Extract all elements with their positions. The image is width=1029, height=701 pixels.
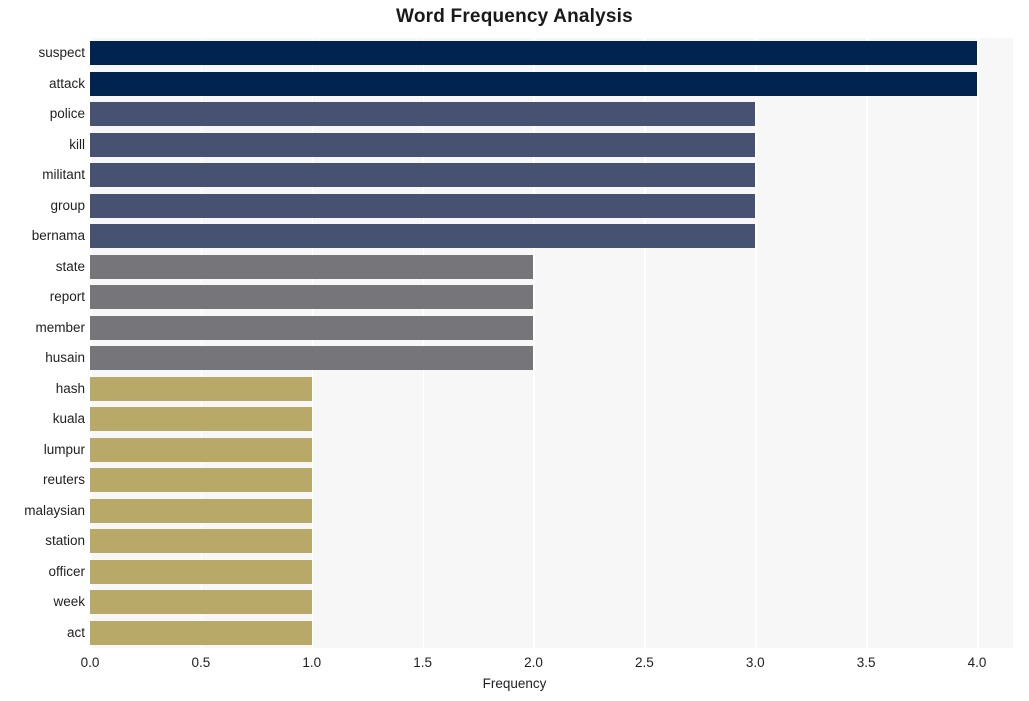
bar-act[interactable] [90,620,312,645]
bar-station[interactable] [90,529,312,554]
bar-reuters[interactable] [90,468,312,493]
chart-figure: Word Frequency Analysis suspect attack pol… [0,0,1029,701]
bar-police[interactable] [90,102,756,127]
y-tick-label-husain: husain [45,350,85,366]
x-tick-label-4.0: 4.0 [967,655,987,670]
bar-militant[interactable] [90,163,756,188]
chart-title: Word Frequency Analysis [396,6,633,27]
bar-officer[interactable] [90,559,312,584]
x-tick-label-3.0: 3.0 [745,655,765,670]
y-tick-label-state: state [55,258,85,274]
bar-kuala[interactable] [90,407,312,432]
x-tick-label-0.5: 0.5 [191,655,211,670]
bars-group [90,38,1013,648]
y-tick-label-kuala: kuala [52,411,85,427]
bar-member[interactable] [90,315,534,340]
y-tick-label-report: report [49,289,85,305]
bar-group[interactable] [90,193,756,218]
bar-week[interactable] [90,590,312,615]
x-tick-label-2.0: 2.0 [524,655,543,670]
bar-attack[interactable] [90,71,977,96]
y-tick-label-group: group [50,197,85,213]
y-tick-label-attack: attack [48,75,85,91]
bar-husain[interactable] [90,346,534,371]
y-tick-label-act: act [66,624,85,640]
x-tick-label-0.0: 0.0 [80,655,100,670]
y-tick-label-week: week [53,594,85,610]
x-axis-title: Frequency [482,676,547,691]
y-tick-label-kill: kill [69,136,85,152]
y-tick-label-lumpur: lumpur [43,441,85,457]
bar-state[interactable] [90,254,534,279]
bar-lumpur[interactable] [90,437,312,462]
y-tick-label-reuters: reuters [42,472,85,488]
x-tick-label-1.5: 1.5 [413,655,432,670]
bar-suspect[interactable] [90,41,977,66]
plot-area [90,38,1013,648]
x-tick-label-1.0: 1.0 [302,655,322,670]
y-tick-label-member: member [35,319,85,335]
y-tick-label-hash: hash [55,380,85,396]
bar-malaysian[interactable] [90,498,312,523]
y-tick-label-militant: militant [42,167,85,183]
y-axis: suspect attack police kill militant group bern… [0,38,85,648]
x-tick-label-3.5: 3.5 [856,655,876,670]
y-tick-label-suspect: suspect [38,45,85,61]
y-tick-label-station: station [45,533,85,549]
y-tick-label-bernama: bernama [31,228,85,244]
y-tick-label-police: police [49,106,85,122]
x-axis: Frequency 0.0 0.5 1.0 1.5 2.0 2.5 3.0 3.5 4.0 [0,648,1029,701]
y-tick-label-malaysian: malaysian [24,502,85,518]
bar-report[interactable] [90,285,534,310]
x-tick-label-2.5: 2.5 [634,655,654,670]
bar-bernama[interactable] [90,224,756,249]
bar-hash[interactable] [90,376,312,401]
bar-kill[interactable] [90,132,756,157]
y-tick-label-officer: officer [48,563,85,579]
